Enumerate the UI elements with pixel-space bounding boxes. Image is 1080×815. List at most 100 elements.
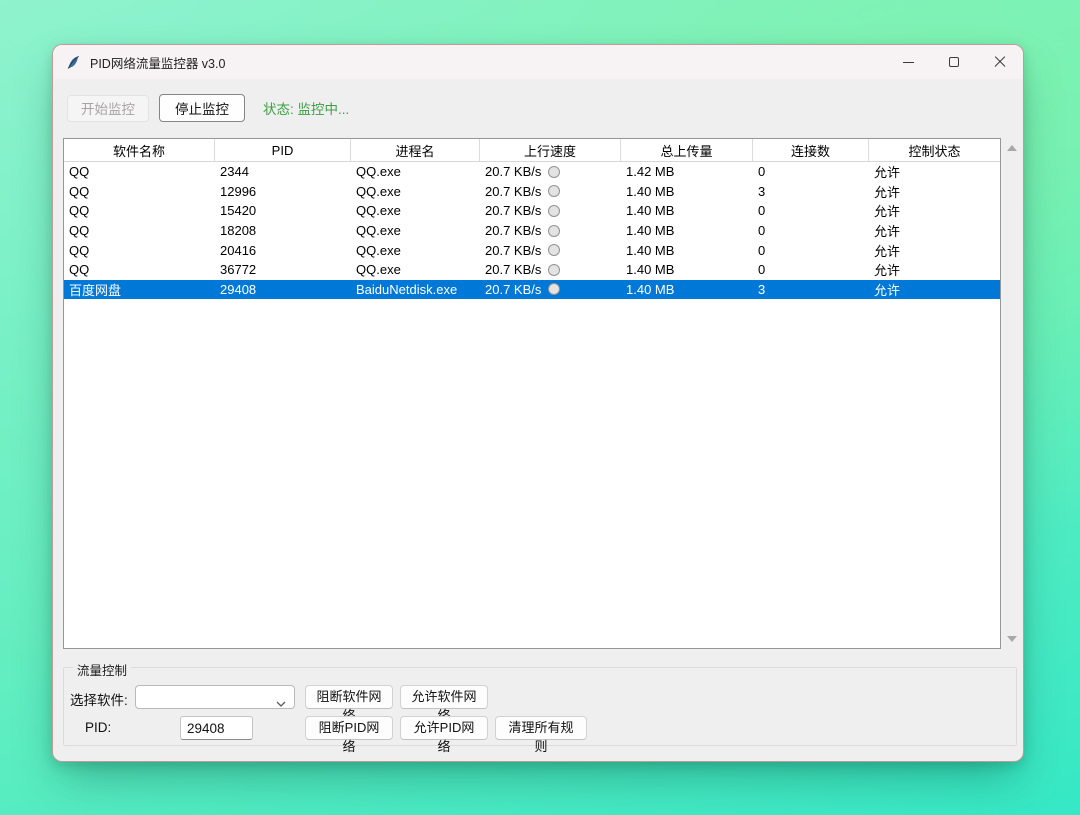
- cell-control-status: 允许: [869, 241, 1000, 260]
- scroll-up-icon[interactable]: [1007, 145, 1017, 151]
- start-monitor-button[interactable]: 开始监控: [67, 95, 149, 122]
- cell-total-upload: 1.40 MB: [621, 184, 753, 199]
- chevron-down-icon: [276, 694, 286, 700]
- window-title: PID网络流量监控器 v3.0: [90, 53, 225, 72]
- table-row[interactable]: QQ 15420 QQ.exe 20.7 KB/s 1.40 MB 0 允许: [64, 201, 1000, 221]
- table-row[interactable]: QQ 18208 QQ.exe 20.7 KB/s 1.40 MB 0 允许: [64, 221, 1000, 241]
- cell-upload-speed: 20.7 KB/s: [480, 203, 621, 218]
- cell-software-name: QQ: [64, 262, 215, 277]
- cell-upload-speed: 20.7 KB/s: [480, 223, 621, 238]
- speed-indicator-icon: [548, 264, 560, 276]
- allow-software-button[interactable]: 允许软件网络: [400, 685, 488, 709]
- cell-process-name: QQ.exe: [351, 164, 480, 179]
- cell-connections: 0: [753, 223, 869, 238]
- cell-control-status: 允许: [869, 260, 1000, 279]
- select-software-label: 选择软件:: [70, 689, 128, 709]
- cell-upload-speed: 20.7 KB/s: [480, 243, 621, 258]
- table-row[interactable]: QQ 20416 QQ.exe 20.7 KB/s 1.40 MB 0 允许: [64, 240, 1000, 260]
- cell-total-upload: 1.40 MB: [621, 203, 753, 218]
- cell-process-name: QQ.exe: [351, 203, 480, 218]
- table-header: 软件名称 PID 进程名 上行速度 总上传量 连接数 控制状态: [64, 139, 1000, 162]
- cell-pid: 29408: [215, 282, 351, 297]
- software-select[interactable]: [135, 685, 295, 709]
- cell-total-upload: 1.42 MB: [621, 164, 753, 179]
- speed-indicator-icon: [548, 185, 560, 197]
- cell-connections: 3: [753, 282, 869, 297]
- cell-pid: 18208: [215, 223, 351, 238]
- column-header-total-upload[interactable]: 总上传量: [621, 139, 753, 161]
- cell-software-name: QQ: [64, 243, 215, 258]
- window-controls: [885, 45, 1023, 79]
- cell-upload-speed: 20.7 KB/s: [480, 184, 621, 199]
- minimize-icon: [903, 62, 914, 63]
- cell-process-name: QQ.exe: [351, 262, 480, 277]
- stop-monitor-button[interactable]: 停止监控: [159, 94, 245, 122]
- cell-software-name: QQ: [64, 164, 215, 179]
- app-feather-icon: [66, 55, 81, 70]
- cell-pid: 20416: [215, 243, 351, 258]
- column-header-process-name[interactable]: 进程名: [351, 139, 480, 161]
- speed-indicator-icon: [548, 225, 560, 237]
- scroll-down-icon[interactable]: [1007, 636, 1017, 642]
- table-row[interactable]: QQ 2344 QQ.exe 20.7 KB/s 1.42 MB 0 允许: [64, 162, 1000, 182]
- traffic-control-group-title: 流量控制: [73, 660, 131, 679]
- traffic-control-group: 流量控制 选择软件: 阻断软件网络 允许软件网络 PID: 阻断PID网络 允许…: [63, 667, 1017, 746]
- speed-indicator-icon: [548, 205, 560, 217]
- cell-connections: 0: [753, 164, 869, 179]
- speed-indicator-icon: [548, 244, 560, 256]
- cell-software-name: 百度网盘: [64, 280, 215, 299]
- block-pid-button[interactable]: 阻断PID网络: [305, 716, 393, 740]
- app-window: PID网络流量监控器 v3.0 开始监控 停止监控 状态: 监控中... 软件名…: [52, 44, 1024, 762]
- cell-total-upload: 1.40 MB: [621, 243, 753, 258]
- speed-indicator-icon: [548, 166, 560, 178]
- cell-connections: 0: [753, 243, 869, 258]
- vertical-scrollbar[interactable]: [1003, 138, 1020, 649]
- cell-process-name: QQ.exe: [351, 243, 480, 258]
- column-header-software-name[interactable]: 软件名称: [64, 139, 215, 161]
- cell-connections: 0: [753, 203, 869, 218]
- cell-software-name: QQ: [64, 203, 215, 218]
- column-header-upload-speed[interactable]: 上行速度: [480, 139, 621, 161]
- process-table: 软件名称 PID 进程名 上行速度 总上传量 连接数 控制状态 QQ 2344 …: [63, 138, 1001, 649]
- allow-pid-button[interactable]: 允许PID网络: [400, 716, 488, 740]
- table-row[interactable]: 百度网盘 29408 BaiduNetdisk.exe 20.7 KB/s 1.…: [64, 280, 1000, 300]
- cell-total-upload: 1.40 MB: [621, 282, 753, 297]
- maximize-button[interactable]: [931, 45, 977, 79]
- cell-total-upload: 1.40 MB: [621, 262, 753, 277]
- desktop-background: PID网络流量监控器 v3.0 开始监控 停止监控 状态: 监控中... 软件名…: [0, 0, 1080, 815]
- cell-connections: 3: [753, 184, 869, 199]
- cell-process-name: QQ.exe: [351, 184, 480, 199]
- cell-control-status: 允许: [869, 162, 1000, 181]
- column-header-control-status[interactable]: 控制状态: [869, 139, 1000, 161]
- pid-label: PID:: [85, 720, 111, 735]
- cell-control-status: 允许: [869, 280, 1000, 299]
- block-software-button[interactable]: 阻断软件网络: [305, 685, 393, 709]
- cell-software-name: QQ: [64, 223, 215, 238]
- cell-pid: 36772: [215, 262, 351, 277]
- cell-pid: 12996: [215, 184, 351, 199]
- cell-upload-speed: 20.7 KB/s: [480, 164, 621, 179]
- cell-control-status: 允许: [869, 182, 1000, 201]
- title-bar[interactable]: PID网络流量监控器 v3.0: [53, 45, 1023, 79]
- cell-total-upload: 1.40 MB: [621, 223, 753, 238]
- clear-rules-button[interactable]: 清理所有规则: [495, 716, 587, 740]
- table-row[interactable]: QQ 12996 QQ.exe 20.7 KB/s 1.40 MB 3 允许: [64, 182, 1000, 202]
- toolbar: 开始监控 停止监控 状态: 监控中...: [63, 93, 1013, 123]
- cell-process-name: BaiduNetdisk.exe: [351, 282, 480, 297]
- maximize-icon: [949, 57, 959, 67]
- close-button[interactable]: [977, 45, 1023, 79]
- pid-input[interactable]: [180, 716, 253, 740]
- table-row[interactable]: QQ 36772 QQ.exe 20.7 KB/s 1.40 MB 0 允许: [64, 260, 1000, 280]
- cell-upload-speed: 20.7 KB/s: [480, 282, 621, 297]
- table-body: QQ 2344 QQ.exe 20.7 KB/s 1.42 MB 0 允许 QQ…: [64, 162, 1000, 648]
- cell-control-status: 允许: [869, 201, 1000, 220]
- cell-control-status: 允许: [869, 221, 1000, 240]
- status-text: 状态: 监控中...: [263, 98, 349, 118]
- cell-software-name: QQ: [64, 184, 215, 199]
- cell-process-name: QQ.exe: [351, 223, 480, 238]
- column-header-pid[interactable]: PID: [215, 139, 351, 161]
- close-icon: [994, 56, 1006, 68]
- column-header-connections[interactable]: 连接数: [753, 139, 869, 161]
- minimize-button[interactable]: [885, 45, 931, 79]
- cell-pid: 2344: [215, 164, 351, 179]
